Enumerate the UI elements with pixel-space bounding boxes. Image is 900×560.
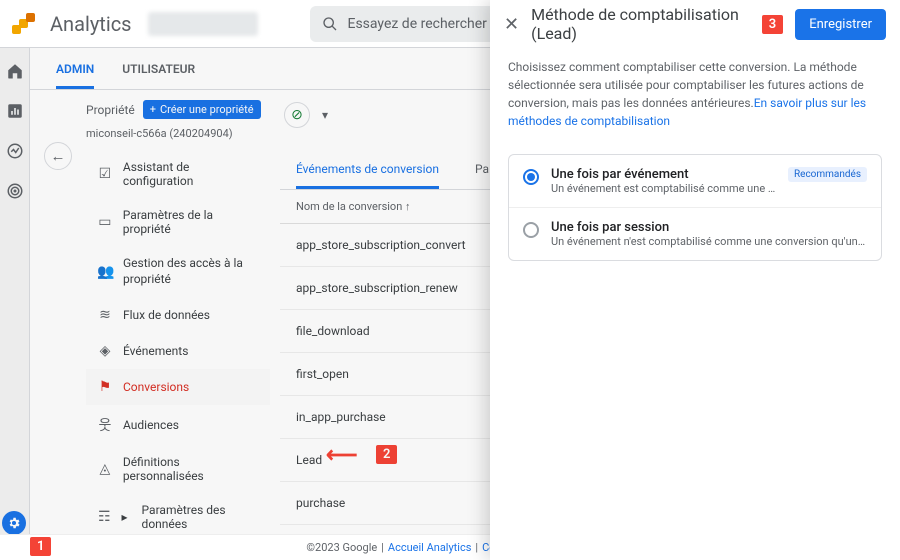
option-once-per-session[interactable]: Une fois par session Un événement n'est … xyxy=(509,207,881,260)
option-desc: Un événement est comptabilisé comme une … xyxy=(551,182,776,195)
cell: app_store_subscription_renew xyxy=(296,281,458,295)
cell: first_open xyxy=(296,367,349,381)
option-desc: Un événement n'est comptabilisé comme un… xyxy=(551,235,867,248)
annotation-2: 2 xyxy=(376,445,397,464)
sidebar-item-label: Conversions xyxy=(123,380,189,394)
sidebar-item-label: Paramètres de la propriété xyxy=(123,208,262,236)
advertising-icon[interactable] xyxy=(6,182,24,200)
col-conversion-name[interactable]: Nom de la conversion ↑ xyxy=(296,200,411,213)
property-column: Propriété + Créer une propriété miconseil… xyxy=(86,90,270,534)
sidebar-item-label: Flux de données xyxy=(123,308,210,322)
annotation-3: 3 xyxy=(762,15,783,34)
analytics-logo-icon xyxy=(12,13,34,35)
stream-icon: ≋ xyxy=(97,307,113,323)
brand-label: Analytics xyxy=(50,12,132,36)
flag-icon: ⚑ xyxy=(97,379,113,395)
sidebar-item-audiences[interactable]: 웃 Audiences xyxy=(86,405,270,445)
footer-copyright: ©2023 Google xyxy=(306,541,377,554)
sidebar-item-property-settings[interactable]: ▭ Paramètres de la propriété xyxy=(86,198,270,246)
cell: app_store_subscription_convert xyxy=(296,238,466,252)
option-title: Une fois par événement xyxy=(551,167,776,182)
recommended-badge: Recommandés xyxy=(788,167,867,182)
close-icon[interactable]: ✕ xyxy=(504,14,519,35)
sidebar-item-access[interactable]: 👥 Gestion des accès à la propriété xyxy=(86,246,270,297)
cell: in_app_purchase xyxy=(296,410,386,424)
create-property-button[interactable]: + Créer une propriété xyxy=(143,100,261,119)
sidebar-item-label: Paramètres des données xyxy=(142,503,262,531)
cell: Lead xyxy=(296,453,322,467)
triangle-icon: ◬ xyxy=(97,461,113,477)
radio-icon[interactable] xyxy=(523,222,539,238)
sidebar-item-data-streams[interactable]: ≋ Flux de données xyxy=(86,297,270,333)
annotation-1: 1 xyxy=(30,537,51,556)
sidebar-item-label: Définitions personnalisées xyxy=(123,455,262,483)
option-once-per-event[interactable]: Une fois par événement Un événement est … xyxy=(509,155,881,207)
account-selector[interactable] xyxy=(148,12,258,36)
panel-title: Méthode de comptabilisation (Lead) xyxy=(531,5,750,43)
tag-icon: ◈ xyxy=(97,343,113,359)
sidebar-item-label: Audiences xyxy=(123,418,179,432)
explore-icon[interactable] xyxy=(6,142,24,160)
rectangle-icon: ▭ xyxy=(97,214,113,230)
chevron-down-icon[interactable]: ▾ xyxy=(316,102,334,128)
admin-gear-icon[interactable] xyxy=(2,511,26,535)
sidebar-item-conversions[interactable]: ⚑ Conversions xyxy=(86,369,270,405)
home-icon[interactable] xyxy=(6,62,24,80)
plus-icon: + xyxy=(150,103,156,116)
search-icon xyxy=(322,16,338,32)
property-label: Propriété xyxy=(86,103,135,117)
check-square-icon: ☑ xyxy=(97,166,113,182)
property-id[interactable]: miconseil-c566a (240204904) xyxy=(86,127,270,140)
create-property-label: Créer une propriété xyxy=(160,103,254,116)
save-button[interactable]: Enregistrer xyxy=(795,9,886,40)
nav-rail xyxy=(0,48,30,534)
status-chip[interactable]: ⊘ xyxy=(284,102,310,128)
stack-icon: ☶ xyxy=(97,509,112,525)
sidebar-item-data-settings[interactable]: ☶▸Paramètres des données xyxy=(86,493,270,534)
sidebar-item-custom-defs[interactable]: ◬ Définitions personnalisées xyxy=(86,445,270,493)
counting-method-panel: ✕ Méthode de comptabilisation (Lead) 3 E… xyxy=(490,0,900,560)
sidebar-item-setup-assistant[interactable]: ☑ Assistant de configuration xyxy=(86,150,270,198)
sidebar-item-events[interactable]: ◈ Événements xyxy=(86,333,270,369)
option-title: Une fois par session xyxy=(551,220,867,235)
sidebar-item-label: Gestion des accès à la propriété xyxy=(123,256,262,287)
reports-icon[interactable] xyxy=(6,102,24,120)
tab-user[interactable]: UTILISATEUR xyxy=(122,62,195,89)
sidebar-item-label: Assistant de configuration xyxy=(123,160,262,188)
cell: purchase xyxy=(296,496,345,510)
radio-icon[interactable] xyxy=(523,169,539,185)
sidebar-item-label: Événements xyxy=(123,344,188,358)
footer-link-home[interactable]: Accueil Analytics xyxy=(388,541,472,554)
tab-conversion-events[interactable]: Événements de conversion xyxy=(296,152,439,189)
people-icon: 👥 xyxy=(97,264,113,280)
tab-admin[interactable]: ADMIN xyxy=(56,62,94,89)
tab-networks[interactable]: Pa xyxy=(475,152,489,189)
cell: file_download xyxy=(296,324,370,338)
audience-icon: 웃 xyxy=(97,415,113,435)
panel-description: Choisissez comment comptabiliser cette c… xyxy=(490,48,900,140)
back-button[interactable]: ← xyxy=(44,142,72,170)
counting-options: Une fois par événement Un événement est … xyxy=(508,154,882,261)
arrow-annotation-icon: ⟵ xyxy=(326,443,358,468)
